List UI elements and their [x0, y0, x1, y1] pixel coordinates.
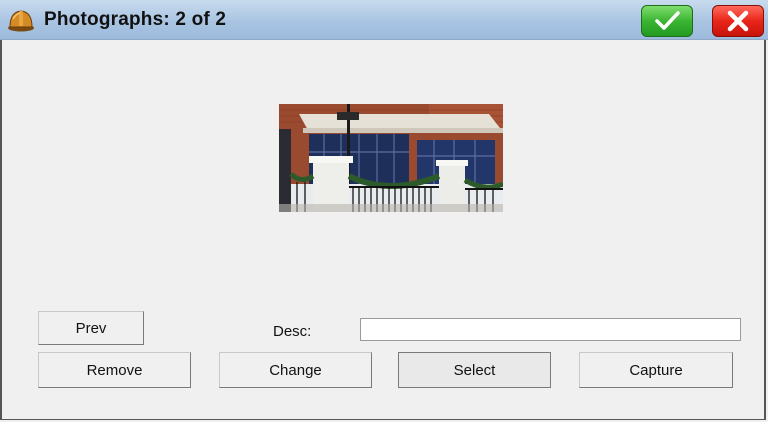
- desc-label: Desc:: [273, 323, 312, 340]
- storefront-photo: [279, 104, 503, 212]
- title-bar: Photographs: 2 of 2: [0, 0, 768, 40]
- change-button[interactable]: Change: [219, 352, 372, 388]
- desc-input[interactable]: [360, 318, 741, 341]
- prev-button[interactable]: Prev: [38, 311, 144, 345]
- x-icon: [727, 10, 749, 32]
- remove-button[interactable]: Remove: [38, 352, 191, 388]
- page-title: Photographs: 2 of 2: [44, 9, 227, 30]
- ok-button[interactable]: [641, 5, 693, 37]
- photo-preview: [279, 104, 503, 212]
- hard-hat-icon: [8, 10, 34, 32]
- select-button[interactable]: Select: [398, 352, 551, 388]
- checkmark-icon: [655, 11, 680, 30]
- capture-button[interactable]: Capture: [579, 352, 733, 388]
- cancel-button[interactable]: [712, 5, 764, 37]
